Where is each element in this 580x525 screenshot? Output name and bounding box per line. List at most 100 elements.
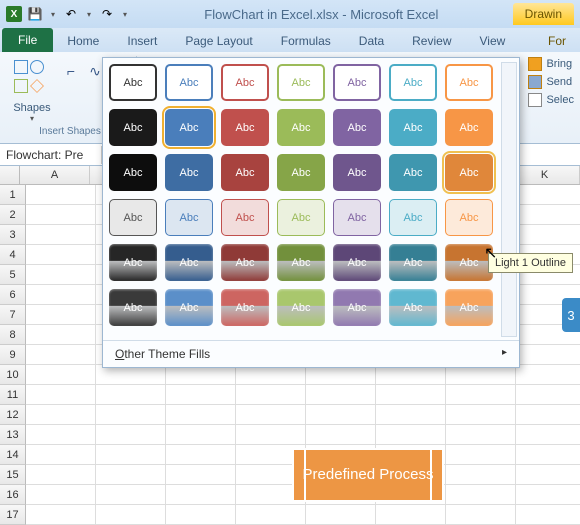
column-header[interactable]: K — [510, 166, 580, 184]
cell[interactable] — [236, 425, 306, 445]
shape-style-swatch[interactable]: Abc — [333, 154, 381, 191]
tab-review[interactable]: Review — [398, 30, 465, 52]
row-header[interactable]: 14 — [0, 445, 26, 465]
shape-style-swatch[interactable]: Abc — [165, 199, 213, 236]
row-header[interactable]: 12 — [0, 405, 26, 425]
tab-format[interactable]: For — [534, 30, 580, 52]
shape-style-swatch[interactable]: Abc — [165, 244, 213, 281]
cell[interactable] — [96, 465, 166, 485]
shape-style-swatch[interactable]: Abc — [389, 64, 437, 101]
cell[interactable] — [26, 265, 96, 285]
cell[interactable] — [516, 365, 580, 385]
tab-formulas[interactable]: Formulas — [267, 30, 345, 52]
cell[interactable] — [446, 505, 516, 525]
shape-style-swatch[interactable]: Abc — [277, 109, 325, 146]
cell[interactable] — [26, 505, 96, 525]
row-header[interactable]: 2 — [0, 205, 26, 225]
shape-style-swatch[interactable]: Abc — [165, 289, 213, 326]
name-box[interactable]: Flowchart: Pre — [0, 146, 102, 164]
shape-style-swatch[interactable]: Abc — [221, 244, 269, 281]
cell[interactable] — [446, 405, 516, 425]
shape-style-swatch[interactable]: Abc — [277, 154, 325, 191]
shape-style-swatch[interactable]: Abc — [165, 64, 213, 101]
cell[interactable] — [26, 405, 96, 425]
cell[interactable] — [516, 185, 580, 205]
cell[interactable] — [26, 425, 96, 445]
cell[interactable] — [26, 325, 96, 345]
cell[interactable] — [516, 485, 580, 505]
shape-style-swatch[interactable]: Abc — [333, 289, 381, 326]
cell[interactable] — [306, 425, 376, 445]
tab-page-layout[interactable]: Page Layout — [171, 30, 266, 52]
shape-style-swatch[interactable]: Abc — [445, 244, 493, 281]
cell[interactable] — [26, 285, 96, 305]
row-header[interactable]: 3 — [0, 225, 26, 245]
tab-view[interactable]: View — [466, 30, 520, 52]
shape-style-swatch[interactable]: Abc — [389, 154, 437, 191]
cell[interactable] — [516, 405, 580, 425]
save-button[interactable]: 💾 — [26, 5, 44, 23]
cell[interactable] — [446, 485, 516, 505]
cell[interactable] — [306, 505, 376, 525]
cell[interactable] — [376, 425, 446, 445]
shape-style-swatch[interactable]: Abc — [221, 289, 269, 326]
cell[interactable] — [306, 385, 376, 405]
tab-data[interactable]: Data — [345, 30, 398, 52]
shape-style-swatch[interactable]: Abc — [389, 244, 437, 281]
cell[interactable] — [96, 505, 166, 525]
shape-style-swatch[interactable]: Abc — [445, 199, 493, 236]
select-all-button[interactable] — [0, 166, 20, 184]
cell[interactable] — [516, 385, 580, 405]
cell[interactable] — [376, 405, 446, 425]
shape-style-swatch[interactable]: Abc — [277, 64, 325, 101]
cell[interactable] — [26, 485, 96, 505]
redo-button[interactable]: ↷ — [98, 5, 116, 23]
shape-style-swatch[interactable]: Abc — [109, 199, 157, 236]
row-header[interactable]: 10 — [0, 365, 26, 385]
cell[interactable] — [516, 345, 580, 365]
cell[interactable] — [26, 245, 96, 265]
shape-style-swatch[interactable]: Abc — [445, 154, 493, 191]
cell[interactable] — [166, 445, 236, 465]
cell[interactable] — [516, 425, 580, 445]
shapes-button[interactable]: Shapes ▾ — [12, 58, 52, 123]
cell[interactable] — [166, 405, 236, 425]
other-theme-fills-menu[interactable]: Other Theme Fills ▸ — [103, 340, 519, 367]
cell[interactable] — [236, 385, 306, 405]
cell[interactable] — [96, 405, 166, 425]
row-header[interactable]: 5 — [0, 265, 26, 285]
row-header[interactable]: 4 — [0, 245, 26, 265]
tab-home[interactable]: Home — [53, 30, 113, 52]
cell[interactable] — [96, 425, 166, 445]
tab-file[interactable]: File — [2, 28, 53, 52]
cell[interactable] — [166, 505, 236, 525]
column-header[interactable]: A — [20, 166, 90, 184]
shape-style-swatch[interactable]: Abc — [277, 289, 325, 326]
qat-customize-dropdown[interactable]: ▾ — [120, 10, 130, 19]
shape-style-swatch[interactable]: Abc — [445, 64, 493, 101]
cell[interactable] — [26, 385, 96, 405]
shape-style-swatch[interactable]: Abc — [445, 109, 493, 146]
connector-elbow-icon[interactable]: ⌐ — [62, 62, 80, 80]
predefined-process-shape[interactable]: Predefined Process — [292, 448, 444, 502]
qat-dropdown-1[interactable]: ▾ — [48, 10, 58, 19]
shape-style-swatch[interactable]: Abc — [109, 154, 157, 191]
bring-forward-button[interactable]: Bring — [526, 56, 576, 72]
gallery-scrollbar[interactable] — [501, 62, 517, 337]
shape-style-swatch[interactable]: Abc — [333, 244, 381, 281]
send-backward-button[interactable]: Send — [526, 74, 576, 90]
cell[interactable] — [306, 365, 376, 385]
cell[interactable] — [446, 365, 516, 385]
cell[interactable] — [96, 365, 166, 385]
cell[interactable] — [516, 205, 580, 225]
cell[interactable] — [96, 485, 166, 505]
shape-style-swatch[interactable]: Abc — [333, 64, 381, 101]
shape-style-swatch[interactable]: Abc — [333, 199, 381, 236]
shape-style-swatch[interactable]: Abc — [277, 199, 325, 236]
cell[interactable] — [166, 385, 236, 405]
row-header[interactable]: 11 — [0, 385, 26, 405]
shape-style-swatch[interactable]: Abc — [109, 109, 157, 146]
cell[interactable] — [166, 365, 236, 385]
cell[interactable] — [166, 485, 236, 505]
shape-style-swatch[interactable]: Abc — [221, 154, 269, 191]
